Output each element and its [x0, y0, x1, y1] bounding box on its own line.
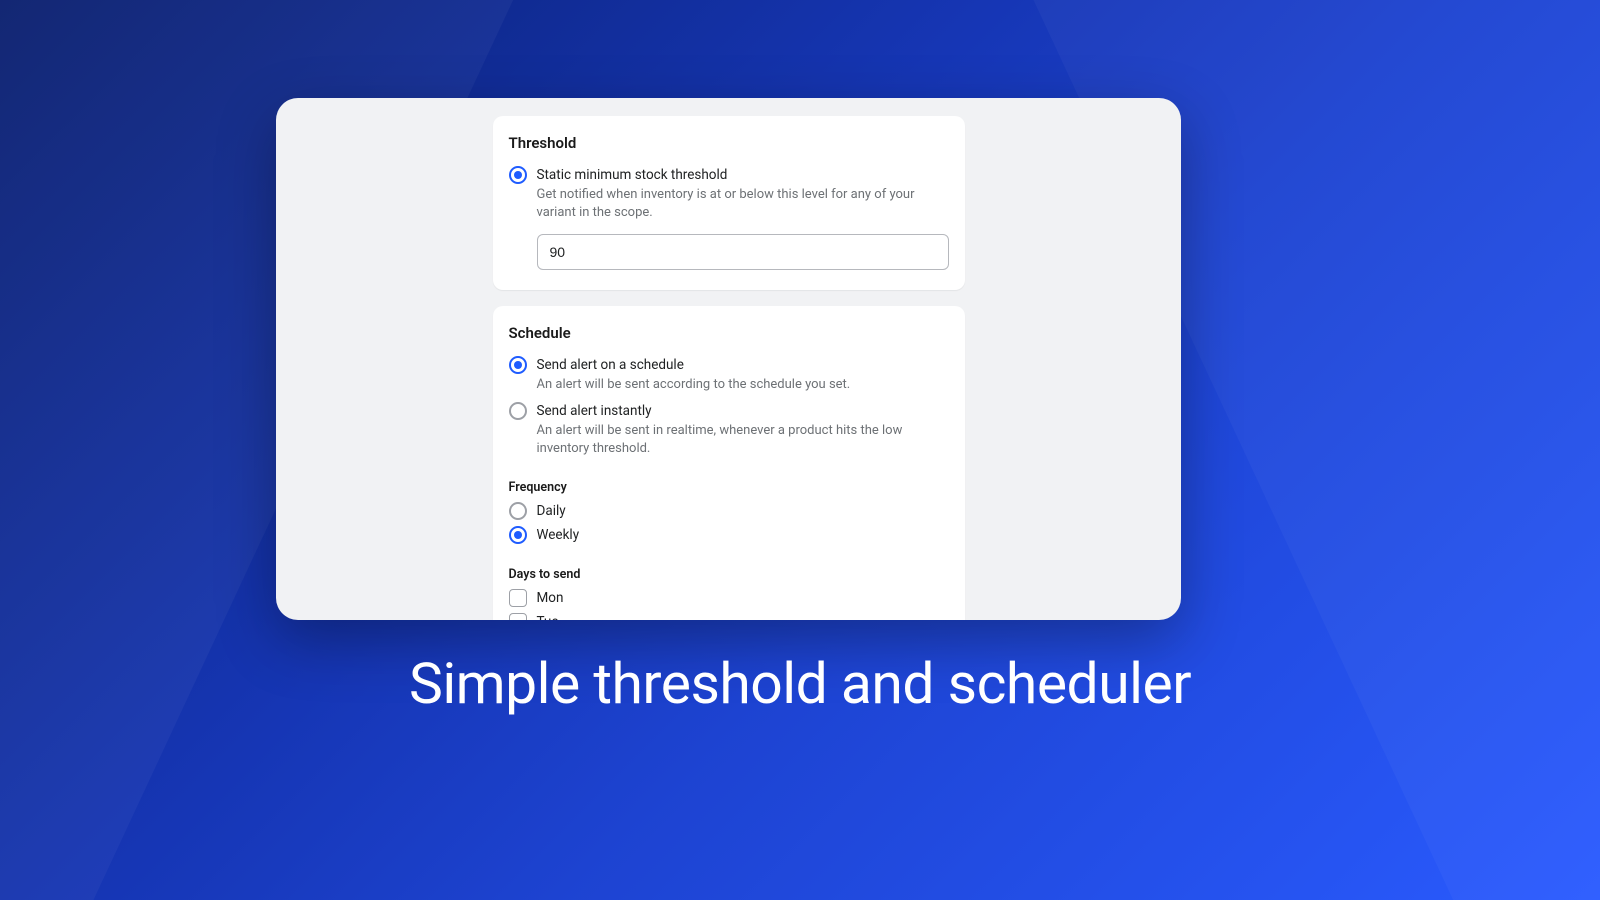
threshold-card: Threshold Static minimum stock threshold… [493, 116, 965, 290]
frequency-daily-label: Daily [537, 502, 566, 520]
threshold-heading: Threshold [509, 134, 949, 152]
day-label-mon: Mon [537, 589, 564, 607]
static-threshold-desc: Get notified when inventory is at or bel… [537, 186, 949, 222]
static-threshold-label: Static minimum stock threshold [537, 166, 949, 184]
tagline: Simple threshold and scheduler [0, 650, 1600, 717]
send-scheduled-label: Send alert on a schedule [537, 356, 949, 374]
day-checkbox-tue[interactable] [509, 613, 527, 620]
day-checkbox-mon[interactable] [509, 589, 527, 607]
schedule-heading: Schedule [509, 324, 949, 342]
send-instant-label: Send alert instantly [537, 402, 949, 420]
static-threshold-radio[interactable] [509, 166, 527, 184]
send-instant-radio[interactable] [509, 402, 527, 420]
frequency-label: Frequency [509, 480, 949, 495]
send-scheduled-radio[interactable] [509, 356, 527, 374]
threshold-value-input[interactable] [537, 234, 949, 270]
frequency-weekly-label: Weekly [537, 526, 580, 544]
frequency-daily-radio[interactable] [509, 502, 527, 520]
schedule-card: Schedule Send alert on a schedule An ale… [493, 306, 965, 620]
send-scheduled-desc: An alert will be sent according to the s… [537, 376, 949, 394]
frequency-weekly-radio[interactable] [509, 526, 527, 544]
days-list: MonTueWedThuFriSat [509, 586, 949, 620]
day-label-tue: Tue [537, 613, 559, 620]
send-instant-desc: An alert will be sent in realtime, whene… [537, 422, 949, 458]
settings-window: Threshold Static minimum stock threshold… [276, 98, 1181, 620]
days-to-send-label: Days to send [509, 567, 949, 582]
